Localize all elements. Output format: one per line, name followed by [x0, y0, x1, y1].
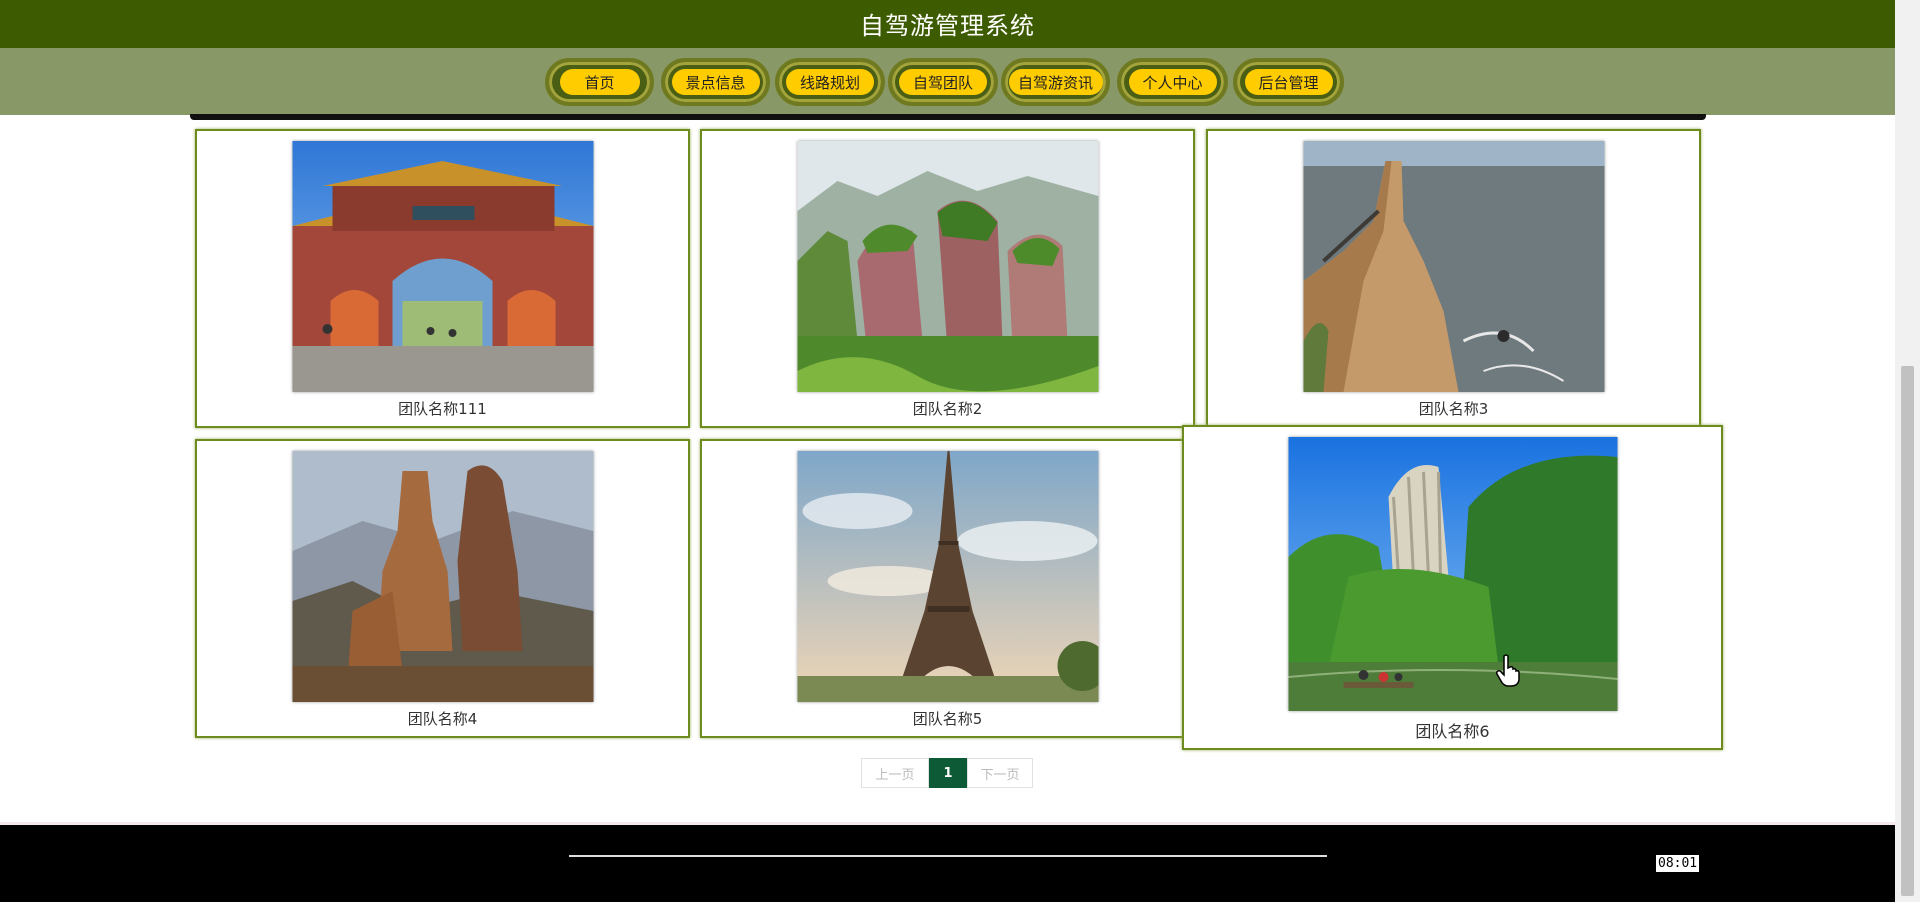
footer-divider: [569, 855, 1327, 857]
paifang-gate-image: [292, 141, 593, 392]
nav-teams-label: 自驾团队: [899, 69, 987, 95]
next-page-button[interactable]: 下一页: [967, 758, 1033, 788]
nav-personal-center[interactable]: 个人中心: [1117, 58, 1228, 106]
rock-pillars-image: [292, 451, 593, 702]
site-footer: 08:01: [0, 825, 1895, 902]
nav-admin[interactable]: 后台管理: [1233, 58, 1344, 106]
team-card[interactable]: 团队名称111: [195, 129, 690, 428]
team-card-hovered[interactable]: 团队名称6: [1182, 425, 1723, 750]
nav-route-planning-label: 线路规划: [786, 69, 874, 95]
team-card[interactable]: 团队名称5: [700, 439, 1195, 738]
nav-attractions[interactable]: 景点信息: [661, 58, 770, 106]
team-name: 团队名称3: [1418, 400, 1489, 418]
eiffel-tower-image: [797, 451, 1098, 702]
site-header: 自驾游管理系统: [0, 0, 1895, 48]
current-page-button[interactable]: 1: [929, 758, 967, 788]
pagination: 上一页 1 下一页: [861, 758, 1033, 788]
vertical-scrollbar[interactable]: [1895, 0, 1920, 902]
team-name: 团队名称2: [912, 400, 983, 418]
red-rock-mountain-image: [797, 141, 1098, 392]
team-card[interactable]: 团队名称3: [1206, 129, 1701, 428]
section-divider: [190, 114, 1706, 120]
river-bamboo-raft-image: [1288, 437, 1617, 711]
nav-admin-label: 后台管理: [1244, 69, 1333, 95]
nav-home-label: 首页: [559, 69, 640, 95]
main-nav: 首页 景点信息 线路规划 自驾团队 自驾游资讯 个人中心 后台管理: [0, 48, 1895, 115]
team-name: 团队名称6: [1415, 722, 1490, 741]
team-card[interactable]: 团队名称4: [195, 439, 690, 738]
nav-teams[interactable]: 自驾团队: [888, 58, 998, 106]
hand-cursor-icon: [1495, 654, 1522, 688]
team-name: 团队名称111: [398, 400, 487, 418]
nav-home[interactable]: 首页: [545, 58, 654, 106]
team-name: 团队名称5: [912, 710, 983, 728]
sea-cliff-image: [1303, 141, 1604, 392]
team-card[interactable]: 团队名称2: [700, 129, 1195, 428]
team-name: 团队名称4: [407, 710, 478, 728]
site-title: 自驾游管理系统: [860, 12, 1035, 40]
scrollbar-thumb[interactable]: [1901, 366, 1914, 896]
nav-route-planning[interactable]: 线路规划: [775, 58, 885, 106]
clock-label: 08:01: [1656, 855, 1700, 872]
nav-attractions-label: 景点信息: [671, 69, 760, 95]
nav-news[interactable]: 自驾游资讯: [1001, 58, 1110, 106]
prev-page-button[interactable]: 上一页: [861, 758, 929, 788]
nav-news-label: 自驾游资讯: [1008, 69, 1103, 95]
nav-personal-center-label: 个人中心: [1128, 69, 1217, 95]
